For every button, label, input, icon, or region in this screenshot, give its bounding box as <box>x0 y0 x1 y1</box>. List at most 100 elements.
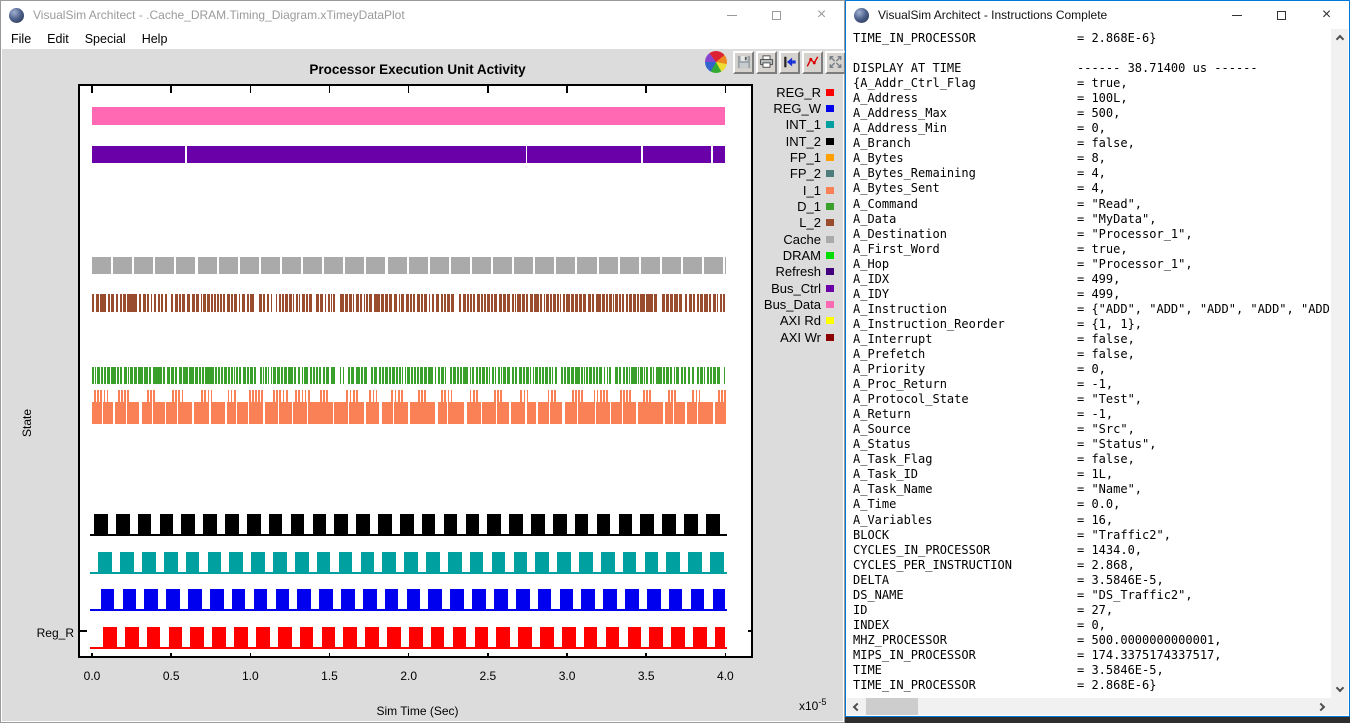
x-tick-label: 0.0 <box>72 669 112 683</box>
legend-label: D_1 <box>797 199 821 214</box>
minimize-icon <box>727 15 737 16</box>
chevron-down-icon <box>1335 684 1343 692</box>
legend-swatch <box>826 236 834 243</box>
legend-swatch <box>826 317 834 324</box>
plot-window-titlebar: VisualSim Architect - .Cache_DRAM.Timing… <box>1 1 844 29</box>
horizontal-scroll-thumb[interactable] <box>866 698 918 715</box>
x-tick-label: 1.5 <box>310 669 350 683</box>
scroll-right-button[interactable] <box>1314 698 1331 715</box>
legend-swatch <box>826 219 834 226</box>
plot-canvas[interactable] <box>78 84 753 658</box>
reset-axes-icon <box>782 55 797 69</box>
log-line: A_Instruction_Reorder= {1, 1}, <box>853 317 1331 332</box>
menu-help[interactable]: Help <box>136 30 174 48</box>
legend-item-FP_2: FP_2 <box>690 166 840 182</box>
x-tick-label: 4.0 <box>705 669 745 683</box>
legend-swatch <box>826 268 834 275</box>
log-line: CYCLES_IN_PROCESSOR= 1434.0, <box>853 543 1331 558</box>
legend-item-REG_R: REG_R <box>690 84 840 100</box>
log-line: INDEX= 0, <box>853 618 1331 633</box>
maximize-icon <box>1277 11 1286 20</box>
legend-item-AXI_Rd: AXI Rd <box>690 313 840 329</box>
log-line: A_Address= 100L, <box>853 91 1331 106</box>
scrollbar-corner <box>1331 698 1348 715</box>
log-line: CYCLES_PER_INSTRUCTION= 2.868, <box>853 558 1331 573</box>
x-axis-scale: x10-5 <box>799 697 826 713</box>
format-plot-icon <box>805 55 820 69</box>
plot-legend: REG_RREG_WINT_1INT_2FP_1FP_2I_1D_1L_2Cac… <box>690 84 840 346</box>
minimize-button[interactable] <box>709 1 754 29</box>
save-button[interactable] <box>733 51 754 74</box>
tick-marks <box>80 86 751 656</box>
chevron-up-icon <box>1335 35 1343 43</box>
log-line: BLOCK= "Traffic2", <box>853 528 1331 543</box>
legend-label: FP_2 <box>790 166 821 181</box>
reset-axes-button[interactable] <box>779 51 800 74</box>
log-line: A_Task_Name= "Name", <box>853 482 1331 497</box>
close-button[interactable]: × <box>1304 1 1349 29</box>
close-icon: × <box>817 7 826 23</box>
legend-label: REG_W <box>773 101 821 116</box>
legend-item-FP_1: FP_1 <box>690 149 840 165</box>
log-line: A_IDY= 499, <box>853 287 1331 302</box>
format-plot-button[interactable] <box>802 51 823 74</box>
chevron-left-icon <box>853 702 861 710</box>
log-line: A_Hop= "Processor_1", <box>853 257 1331 272</box>
maximize-button[interactable] <box>1259 1 1304 29</box>
log-line: A_Status= "Status", <box>853 437 1331 452</box>
legend-item-AXI_Wr: AXI Wr <box>690 329 840 345</box>
legend-label: Bus_Data <box>764 297 821 312</box>
log-line: DELTA= 3.5846E-5, <box>853 573 1331 588</box>
legend-label: Bus_Ctrl <box>771 281 821 296</box>
x-tick-label: 3.5 <box>626 669 666 683</box>
log-line: A_First_Word= true, <box>853 242 1331 257</box>
log-line: A_Protocol_State= "Test", <box>853 392 1331 407</box>
x-tick-label: 2.5 <box>468 669 508 683</box>
close-icon: × <box>1322 7 1331 23</box>
plot-toolbar <box>705 50 846 74</box>
palette-icon[interactable] <box>705 51 727 73</box>
scroll-down-button[interactable] <box>1331 681 1348 698</box>
legend-swatch <box>826 252 834 259</box>
log-line: A_Time= 0.0, <box>853 497 1331 512</box>
legend-label: INT_1 <box>786 117 821 132</box>
close-button[interactable]: × <box>799 1 844 29</box>
menu-file[interactable]: File <box>5 30 37 48</box>
legend-label: AXI Rd <box>780 313 821 328</box>
vertical-scrollbar[interactable] <box>1331 29 1348 698</box>
horizontal-scrollbar[interactable] <box>847 698 1331 715</box>
menu-edit[interactable]: Edit <box>41 30 75 48</box>
legend-swatch <box>826 334 834 341</box>
legend-item-INT_2: INT_2 <box>690 133 840 149</box>
legend-swatch <box>826 105 834 112</box>
log-line: ID= 27, <box>853 603 1331 618</box>
visualsim-app-icon <box>9 8 24 23</box>
log-line: A_Task_ID= 1L, <box>853 467 1331 482</box>
log-text-area[interactable]: TIME_IN_PROCESSOR= 2.868E-6}DISPLAY AT T… <box>848 29 1331 698</box>
scroll-up-button[interactable] <box>1331 29 1348 46</box>
menu-special[interactable]: Special <box>79 30 132 48</box>
legend-item-Refresh: Refresh <box>690 264 840 280</box>
visualsim-app-icon <box>854 8 869 23</box>
log-line: A_Interrupt= false, <box>853 332 1331 347</box>
legend-label: AXI Wr <box>780 330 821 345</box>
legend-swatch <box>826 187 834 194</box>
scroll-left-button[interactable] <box>847 698 864 715</box>
fill-plot-button[interactable] <box>825 51 846 74</box>
x-tick-label: 1.0 <box>230 669 270 683</box>
print-icon <box>759 55 774 69</box>
legend-item-REG_W: REG_W <box>690 100 840 116</box>
legend-item-L_2: L_2 <box>690 215 840 231</box>
maximize-button[interactable] <box>754 1 799 29</box>
plot-panel: Processor Execution Unit Activity <box>2 49 843 721</box>
log-line: A_Destination= "Processor_1", <box>853 227 1331 242</box>
log-line: TIME_IN_PROCESSOR= 2.868E-6} <box>853 678 1331 693</box>
legend-swatch <box>826 285 834 292</box>
print-button[interactable] <box>756 51 777 74</box>
chevron-right-icon <box>1317 702 1325 710</box>
fill-plot-icon <box>828 55 843 69</box>
log-line: DS_NAME= "DS_Traffic2", <box>853 588 1331 603</box>
log-line: A_Bytes_Remaining= 4, <box>853 166 1331 181</box>
minimize-button[interactable] <box>1214 1 1259 29</box>
y-axis-label: State <box>20 409 34 437</box>
